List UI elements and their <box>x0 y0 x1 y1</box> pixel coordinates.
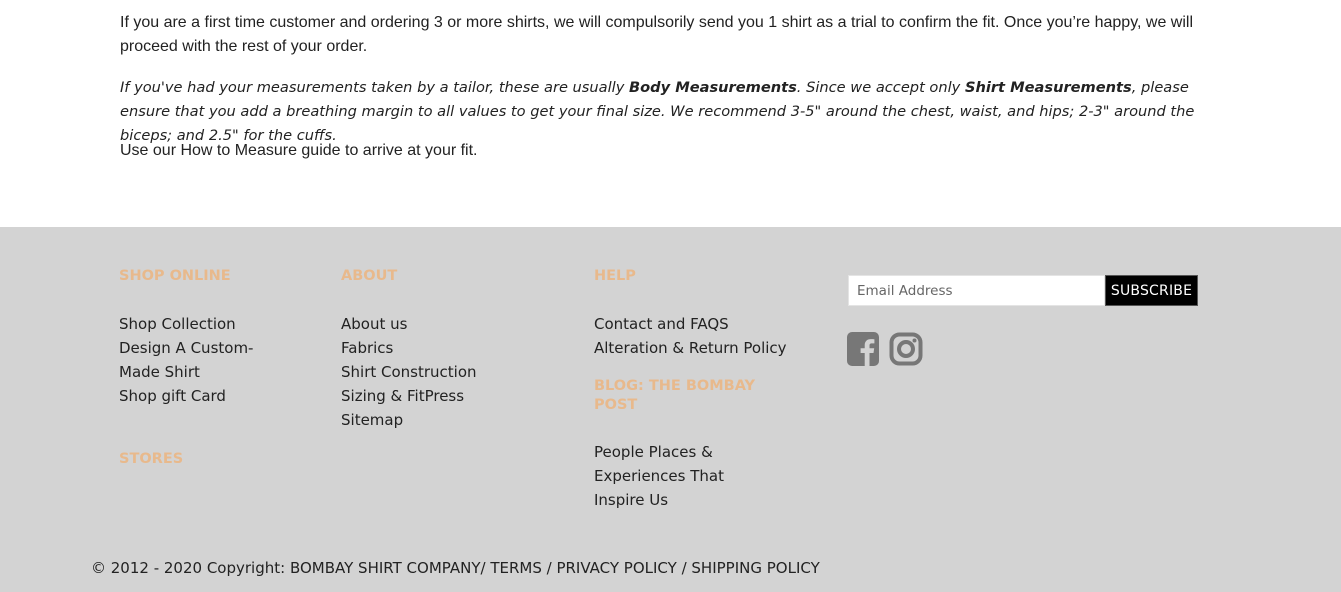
about-list: About us Fabrics Shirt Construction Sizi… <box>341 312 541 432</box>
shirt-measurements-text: Shirt Measurements <box>964 79 1132 96</box>
instagram-icon[interactable] <box>889 332 923 366</box>
measurement-note-paragraph: If you've had your measurements taken by… <box>120 76 1230 148</box>
footer-col-help: HELP Contact and FAQS Alteration & Retur… <box>594 267 794 512</box>
shipping-policy-link[interactable]: SHIPPING POLICY <box>691 559 819 577</box>
separator: / <box>541 559 557 577</box>
footer-link-item: Alteration & Return Policy <box>594 336 794 360</box>
shop-online-heading: SHOP ONLINE <box>119 268 231 284</box>
body-measurements-text: Body Measurements <box>629 79 797 96</box>
footer-link-item: Shop gift Card <box>119 384 269 408</box>
terms-link[interactable]: TERMS <box>490 559 542 577</box>
footer-link-item: Sizing & FitPress <box>341 384 541 408</box>
footer-link-item: People Places & Experiences That Inspire… <box>594 440 734 512</box>
about-us-link[interactable]: About us <box>341 315 407 333</box>
separator: / <box>480 559 491 577</box>
stores-heading[interactable]: STORES <box>119 450 269 469</box>
guide-suffix: to arrive at your fit. <box>340 142 478 159</box>
blog-post-link[interactable]: People Places & Experiences That Inspire… <box>594 443 724 509</box>
footer-link-item: About us <box>341 312 541 336</box>
note-text-1: If you've had your measurements taken by… <box>120 79 629 96</box>
contact-faqs-link[interactable]: Contact and FAQS <box>594 315 729 333</box>
shirt-construction-link[interactable]: Shirt Construction <box>341 363 477 381</box>
copyright-bar: © 2012 - 2020 Copyright: BOMBAY SHIRT CO… <box>91 557 820 579</box>
newsletter-form: SUBSCRIBE <box>848 275 1198 306</box>
alteration-return-policy-link[interactable]: Alteration & Return Policy <box>594 339 787 357</box>
shop-online-list: Shop Collection Design A Custom-Made Shi… <box>119 312 269 408</box>
how-to-measure-link[interactable]: How to Measure guide <box>180 142 340 159</box>
footer-link-item: Sitemap <box>341 408 541 432</box>
fabrics-link[interactable]: Fabrics <box>341 339 393 357</box>
footer-link-item: Design A Custom-Made Shirt <box>119 336 269 384</box>
blog-list: People Places & Experiences That Inspire… <box>594 440 734 512</box>
help-list: Contact and FAQS Alteration & Return Pol… <box>594 312 794 360</box>
company-link[interactable]: BOMBAY SHIRT COMPANY <box>290 559 481 577</box>
footer-col-shop-online: SHOP ONLINE Shop Collection Design A Cus… <box>119 267 269 469</box>
footer-col-about: ABOUT About us Fabrics Shirt Constructio… <box>341 267 541 432</box>
footer-link-item: Shirt Construction <box>341 360 541 384</box>
copyright-text: © 2012 - 2020 Copyright: <box>91 559 290 577</box>
sizing-fitpress-link[interactable]: Sizing & FitPress <box>341 387 464 405</box>
email-address-input[interactable] <box>848 275 1105 306</box>
guide-prefix: Use our <box>120 142 181 159</box>
about-heading: ABOUT <box>341 268 398 284</box>
design-custom-shirt-link[interactable]: Design A Custom-Made Shirt <box>119 339 253 381</box>
measure-guide-paragraph: Use our How to Measure guide to arrive a… <box>120 139 478 163</box>
shop-gift-card-link[interactable]: Shop gift Card <box>119 387 226 405</box>
footer-link-item: Shop Collection <box>119 312 269 336</box>
privacy-policy-link[interactable]: PRIVACY POLICY <box>556 559 676 577</box>
site-footer: SHOP ONLINE Shop Collection Design A Cus… <box>0 227 1341 592</box>
facebook-icon[interactable] <box>847 332 881 366</box>
note-text-2: . Since we accept only <box>796 79 965 96</box>
footer-link-item: Contact and FAQS <box>594 312 794 336</box>
blog-heading: BLOG: THE BOMBAY POST <box>594 378 756 413</box>
footer-link-item: Fabrics <box>341 336 541 360</box>
subscribe-button[interactable]: SUBSCRIBE <box>1105 275 1198 306</box>
help-heading: HELP <box>594 268 636 284</box>
trial-shirt-paragraph: If you are a first time customer and ord… <box>120 14 1194 55</box>
sitemap-link[interactable]: Sitemap <box>341 411 403 429</box>
shop-collection-link[interactable]: Shop Collection <box>119 315 236 333</box>
separator: / <box>676 559 692 577</box>
